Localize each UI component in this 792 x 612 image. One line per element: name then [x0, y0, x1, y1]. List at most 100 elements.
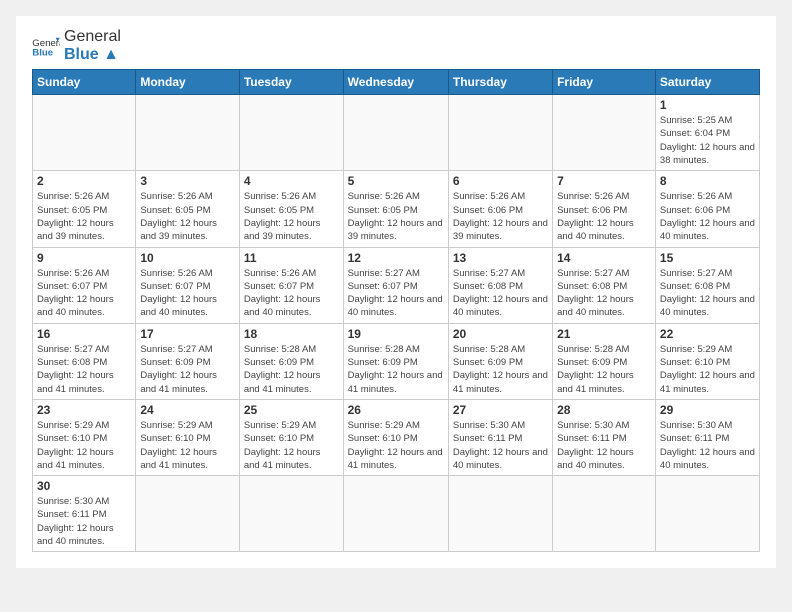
calendar-cell [136, 476, 240, 552]
calendar-cell: 29 Sunrise: 5:30 AM Sunset: 6:11 PM Dayli… [655, 399, 759, 475]
day-info: Sunrise: 5:29 AM Sunset: 6:10 PM Dayligh… [660, 343, 755, 396]
calendar-container: General Blue General Blue ▲ SundayMonday… [16, 16, 776, 568]
calendar-cell: 24 Sunrise: 5:29 AM Sunset: 6:10 PM Dayli… [136, 399, 240, 475]
day-info: Sunrise: 5:27 AM Sunset: 6:08 PM Dayligh… [37, 343, 131, 396]
calendar-cell: 9Sunrise: 5:26 AM Sunset: 6:07 PM Daylig… [33, 247, 136, 323]
calendar-cell: 8 Sunrise: 5:26 AM Sunset: 6:06 PM Daylig… [655, 171, 759, 247]
week-row-3: 9Sunrise: 5:26 AM Sunset: 6:07 PM Daylig… [33, 247, 760, 323]
day-header-tuesday: Tuesday [239, 70, 343, 95]
calendar-cell: 11 Sunrise: 5:26 AM Sunset: 6:07 PM Dayli… [239, 247, 343, 323]
day-header-friday: Friday [553, 70, 656, 95]
day-info: Sunrise: 5:28 AM Sunset: 6:09 PM Dayligh… [557, 343, 651, 396]
week-row-2: 2 Sunrise: 5:26 AM Sunset: 6:05 PM Daylig… [33, 171, 760, 247]
calendar-cell [343, 95, 448, 171]
calendar-cell: 27Sunrise: 5:30 AM Sunset: 6:11 PM Dayli… [448, 399, 552, 475]
day-header-sunday: Sunday [33, 70, 136, 95]
calendar-cell: 22 Sunrise: 5:29 AM Sunset: 6:10 PM Dayli… [655, 323, 759, 399]
days-header-row: SundayMondayTuesdayWednesdayThursdayFrid… [33, 70, 760, 95]
calendar-cell: 15 Sunrise: 5:27 AM Sunset: 6:08 PM Dayli… [655, 247, 759, 323]
day-number: 25 [244, 403, 339, 417]
day-number: 17 [140, 327, 235, 341]
logo-blue-text: Blue ▲ [64, 46, 121, 64]
day-number: 23 [37, 403, 131, 417]
day-number: 4 [244, 174, 339, 188]
calendar-cell [553, 476, 656, 552]
day-info: Sunrise: 5:30 AM Sunset: 6:11 PM Dayligh… [660, 419, 755, 472]
day-info: Sunrise: 5:26 AM Sunset: 6:07 PM Dayligh… [140, 267, 235, 320]
calendar-cell: 5Sunrise: 5:26 AM Sunset: 6:05 PM Daylig… [343, 171, 448, 247]
day-number: 20 [453, 327, 548, 341]
day-number: 22 [660, 327, 755, 341]
calendar-cell: 12 Sunrise: 5:27 AM Sunset: 6:07 PM Dayli… [343, 247, 448, 323]
calendar-cell: 14Sunrise: 5:27 AM Sunset: 6:08 PM Dayli… [553, 247, 656, 323]
day-info: Sunrise: 5:29 AM Sunset: 6:10 PM Dayligh… [140, 419, 235, 472]
calendar-cell: 1 Sunrise: 5:25 AM Sunset: 6:04 PM Daylig… [655, 95, 759, 171]
day-info: Sunrise: 5:26 AM Sunset: 6:07 PM Dayligh… [244, 267, 339, 320]
day-header-monday: Monday [136, 70, 240, 95]
day-number: 14 [557, 251, 651, 265]
calendar-cell: 18 Sunrise: 5:28 AM Sunset: 6:09 PM Dayli… [239, 323, 343, 399]
calendar-cell: 16 Sunrise: 5:27 AM Sunset: 6:08 PM Dayli… [33, 323, 136, 399]
day-info: Sunrise: 5:26 AM Sunset: 6:06 PM Dayligh… [557, 190, 651, 243]
day-number: 28 [557, 403, 651, 417]
day-info: Sunrise: 5:25 AM Sunset: 6:04 PM Dayligh… [660, 114, 755, 167]
calendar-cell: 13Sunrise: 5:27 AM Sunset: 6:08 PM Dayli… [448, 247, 552, 323]
day-info: Sunrise: 5:26 AM Sunset: 6:05 PM Dayligh… [140, 190, 235, 243]
week-row-4: 16 Sunrise: 5:27 AM Sunset: 6:08 PM Dayli… [33, 323, 760, 399]
day-info: Sunrise: 5:30 AM Sunset: 6:11 PM Dayligh… [453, 419, 548, 472]
calendar-cell: 25 Sunrise: 5:29 AM Sunset: 6:10 PM Dayli… [239, 399, 343, 475]
day-info: Sunrise: 5:26 AM Sunset: 6:05 PM Dayligh… [348, 190, 444, 243]
week-row-1: 1 Sunrise: 5:25 AM Sunset: 6:04 PM Daylig… [33, 95, 760, 171]
calendar-cell [136, 95, 240, 171]
day-info: Sunrise: 5:28 AM Sunset: 6:09 PM Dayligh… [348, 343, 444, 396]
svg-text:Blue: Blue [32, 47, 53, 56]
day-number: 2 [37, 174, 131, 188]
day-number: 11 [244, 251, 339, 265]
day-info: Sunrise: 5:28 AM Sunset: 6:09 PM Dayligh… [453, 343, 548, 396]
day-number: 24 [140, 403, 235, 417]
day-info: Sunrise: 5:27 AM Sunset: 6:08 PM Dayligh… [453, 267, 548, 320]
day-header-wednesday: Wednesday [343, 70, 448, 95]
day-number: 12 [348, 251, 444, 265]
day-info: Sunrise: 5:26 AM Sunset: 6:05 PM Dayligh… [37, 190, 131, 243]
day-header-saturday: Saturday [655, 70, 759, 95]
day-info: Sunrise: 5:30 AM Sunset: 6:11 PM Dayligh… [557, 419, 651, 472]
day-number: 10 [140, 251, 235, 265]
day-info: Sunrise: 5:27 AM Sunset: 6:08 PM Dayligh… [660, 267, 755, 320]
calendar-cell: 3Sunrise: 5:26 AM Sunset: 6:05 PM Daylig… [136, 171, 240, 247]
day-info: Sunrise: 5:29 AM Sunset: 6:10 PM Dayligh… [37, 419, 131, 472]
day-info: Sunrise: 5:26 AM Sunset: 6:05 PM Dayligh… [244, 190, 339, 243]
logo: General Blue General Blue ▲ [32, 28, 121, 63]
day-info: Sunrise: 5:29 AM Sunset: 6:10 PM Dayligh… [244, 419, 339, 472]
day-info: Sunrise: 5:26 AM Sunset: 6:06 PM Dayligh… [453, 190, 548, 243]
calendar-cell: 2 Sunrise: 5:26 AM Sunset: 6:05 PM Daylig… [33, 171, 136, 247]
calendar-cell: 20 Sunrise: 5:28 AM Sunset: 6:09 PM Dayli… [448, 323, 552, 399]
day-info: Sunrise: 5:30 AM Sunset: 6:11 PM Dayligh… [37, 495, 131, 548]
calendar-cell: 28 Sunrise: 5:30 AM Sunset: 6:11 PM Dayli… [553, 399, 656, 475]
day-info: Sunrise: 5:28 AM Sunset: 6:09 PM Dayligh… [244, 343, 339, 396]
calendar-cell [448, 95, 552, 171]
day-number: 18 [244, 327, 339, 341]
calendar-cell: 6Sunrise: 5:26 AM Sunset: 6:06 PM Daylig… [448, 171, 552, 247]
calendar-cell [33, 95, 136, 171]
day-number: 8 [660, 174, 755, 188]
day-info: Sunrise: 5:27 AM Sunset: 6:07 PM Dayligh… [348, 267, 444, 320]
day-number: 21 [557, 327, 651, 341]
calendar-cell [239, 95, 343, 171]
day-number: 1 [660, 98, 755, 112]
calendar-cell: 17Sunrise: 5:27 AM Sunset: 6:09 PM Dayli… [136, 323, 240, 399]
calendar-cell: 4 Sunrise: 5:26 AM Sunset: 6:05 PM Daylig… [239, 171, 343, 247]
calendar-cell [239, 476, 343, 552]
day-number: 16 [37, 327, 131, 341]
day-info: Sunrise: 5:26 AM Sunset: 6:06 PM Dayligh… [660, 190, 755, 243]
calendar-cell: 19Sunrise: 5:28 AM Sunset: 6:09 PM Dayli… [343, 323, 448, 399]
day-number: 29 [660, 403, 755, 417]
logo-icon: General Blue [32, 35, 60, 57]
calendar-cell [448, 476, 552, 552]
calendar-header: General Blue General Blue ▲ [32, 28, 760, 63]
calendar-cell [655, 476, 759, 552]
day-info: Sunrise: 5:26 AM Sunset: 6:07 PM Dayligh… [37, 267, 131, 320]
week-row-5: 23 Sunrise: 5:29 AM Sunset: 6:10 PM Dayli… [33, 399, 760, 475]
calendar-cell: 21 Sunrise: 5:28 AM Sunset: 6:09 PM Dayli… [553, 323, 656, 399]
day-number: 15 [660, 251, 755, 265]
